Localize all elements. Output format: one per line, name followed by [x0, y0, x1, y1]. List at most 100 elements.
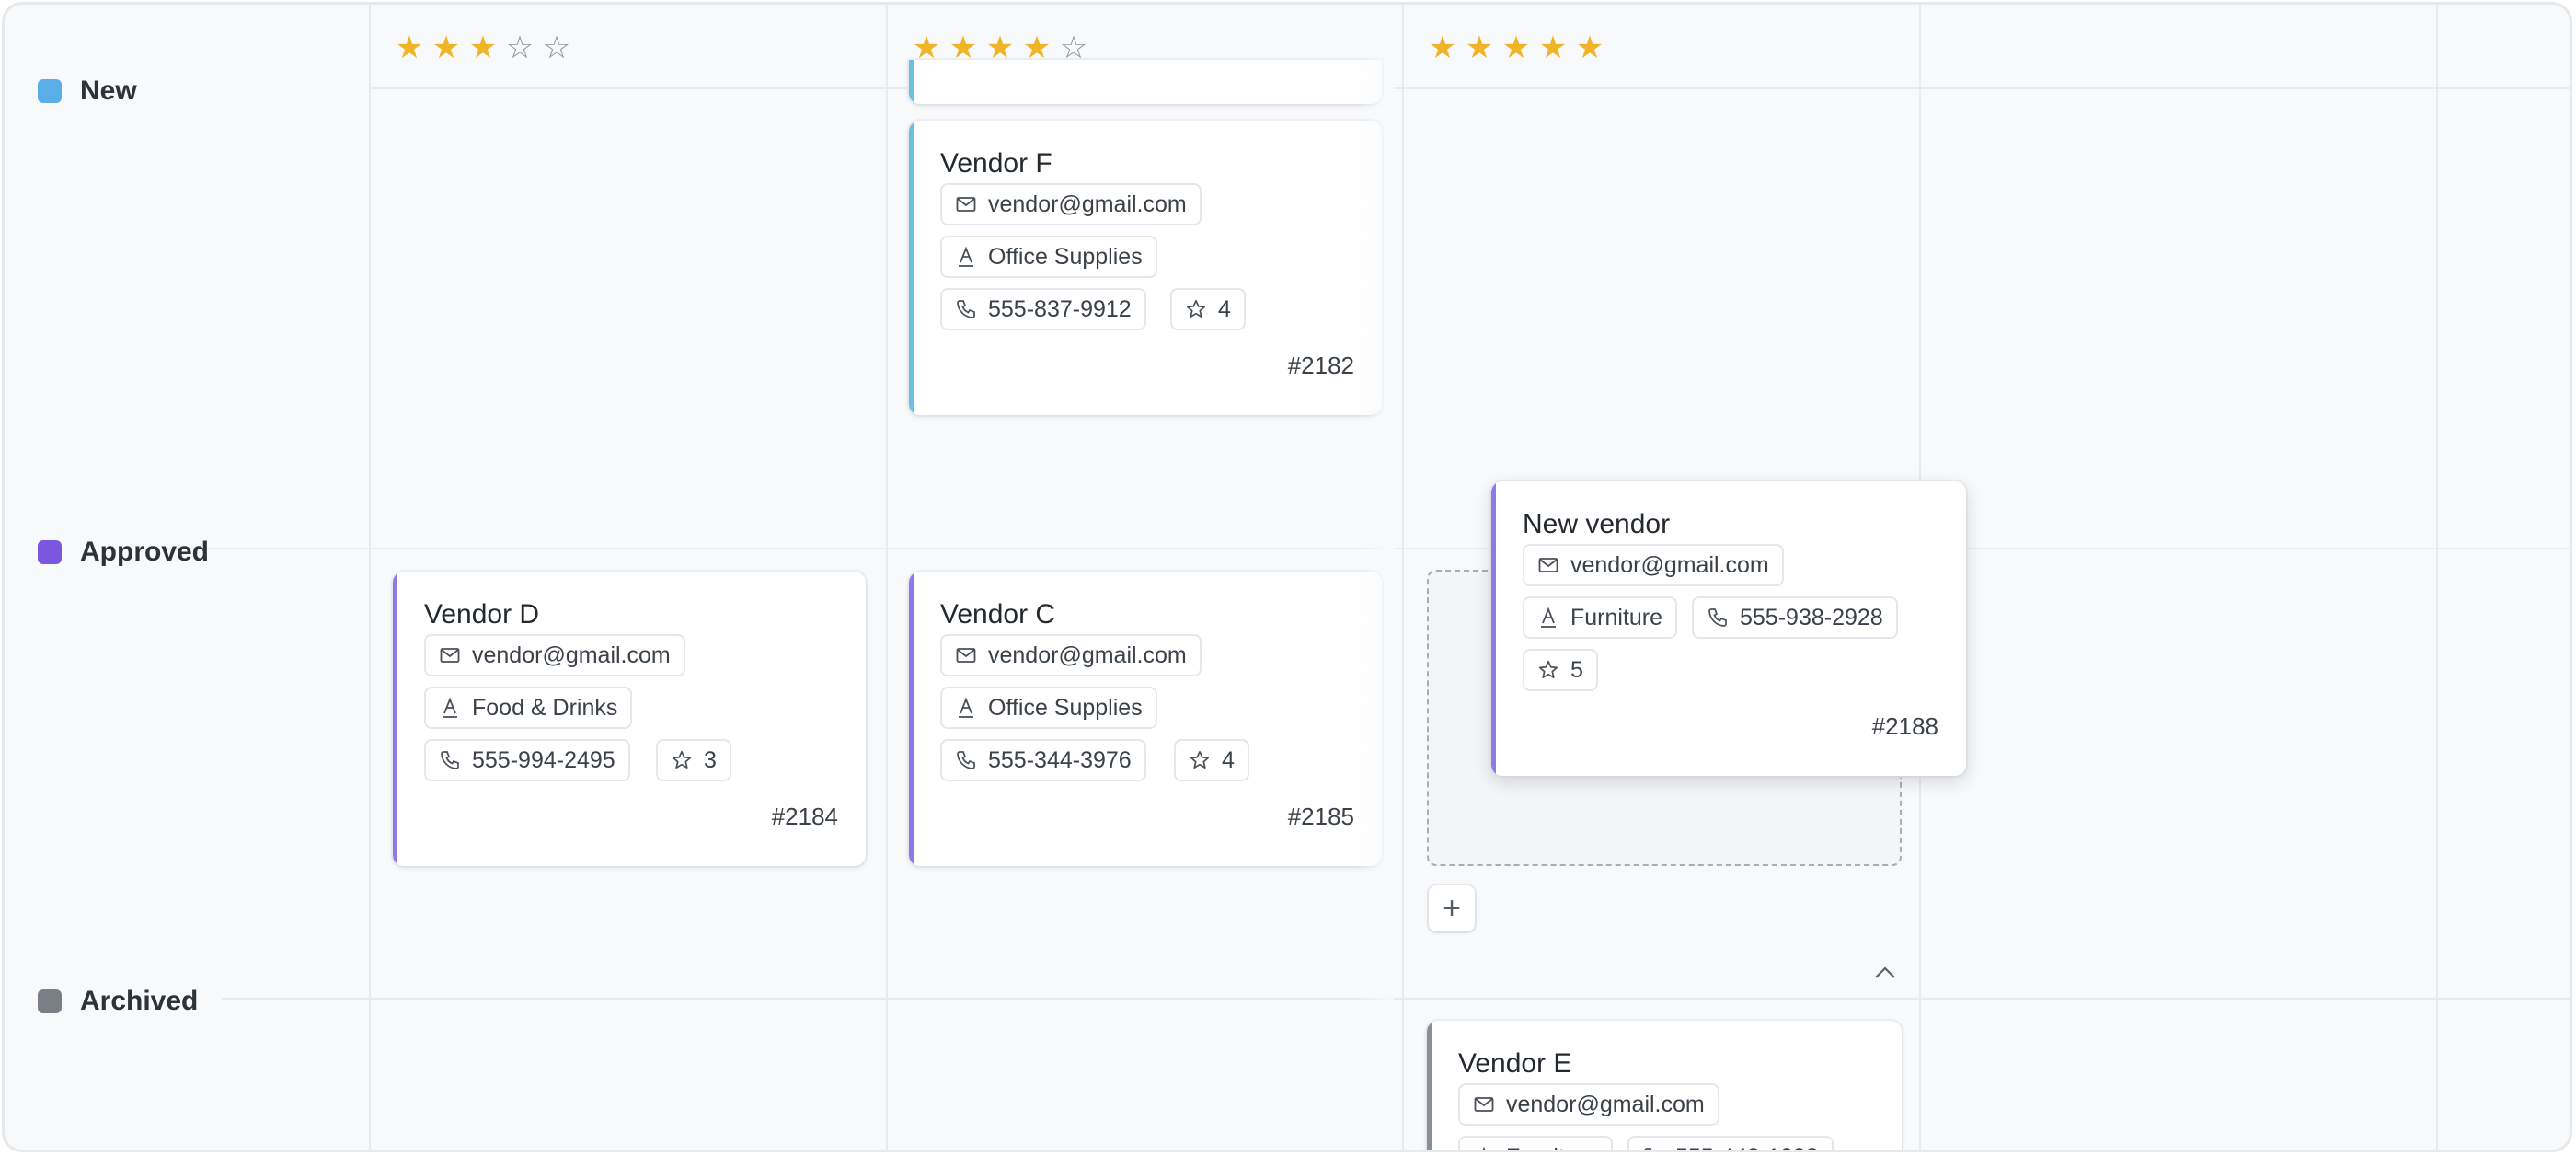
email-text: vendor@gmail.com — [1570, 551, 1769, 578]
category-chip: Office Supplies — [940, 236, 1157, 278]
star-outline-icon: ☆ — [505, 30, 535, 65]
rating-chip: 4 — [1170, 288, 1246, 330]
mail-icon — [1537, 554, 1559, 576]
phone-icon — [1707, 607, 1729, 629]
card-title: New vendor — [1523, 509, 1671, 539]
email-chip: vendor@gmail.com — [1523, 544, 1784, 586]
group-header-approved[interactable]: Approved — [38, 537, 209, 568]
phone-text: 555-994-2495 — [472, 746, 615, 773]
dragging-vendor-card[interactable]: New vendor vendor@gmail.com Furniture 55… — [1491, 481, 1966, 776]
card-id: #2184 — [771, 803, 838, 830]
category-chip: Office Supplies — [940, 687, 1157, 729]
rating-text: 3 — [704, 746, 717, 773]
column-divider — [886, 5, 888, 1150]
email-text: vendor@gmail.com — [472, 642, 671, 668]
text-a-icon — [439, 697, 461, 719]
star-outline-icon — [1189, 749, 1211, 771]
rating-chip: 4 — [1174, 739, 1249, 781]
card-title: Vendor E — [1458, 1048, 1572, 1079]
phone-chip: 555-994-2495 — [424, 739, 630, 781]
star-filled-icon: ★ — [395, 30, 424, 65]
group-label: Approved — [80, 537, 210, 567]
category-text: Food & Drinks — [472, 694, 618, 721]
mail-icon — [1473, 1093, 1495, 1116]
card-accent — [1491, 481, 1496, 776]
card-title: Vendor C — [940, 599, 1056, 630]
star-filled-icon: ★ — [985, 30, 1015, 65]
star-filled-icon: ★ — [1465, 30, 1494, 65]
card-accent — [909, 121, 914, 415]
column-scroll-fade — [1357, 5, 1394, 1150]
rating-chip: 5 — [1523, 649, 1598, 691]
text-a-icon — [1537, 607, 1559, 629]
phone-text: 555-344-3976 — [988, 746, 1132, 773]
email-text: vendor@gmail.com — [988, 642, 1187, 668]
phone-icon — [955, 749, 977, 771]
rating-chip: 3 — [656, 739, 731, 781]
mail-icon — [955, 644, 977, 666]
star-filled-icon: ★ — [468, 30, 498, 65]
email-text: vendor@gmail.com — [988, 191, 1187, 217]
chevron-up-icon[interactable] — [1870, 960, 1900, 986]
category-text: Office Supplies — [988, 694, 1143, 721]
category-chip: Furniture — [1523, 596, 1678, 639]
kanban-board: ★ ★ ★ ☆ ☆ ★ ★ ★ ★ ☆ ★ ★ ★ ★ ★ New Approv… — [2, 2, 2572, 1152]
category-chip: Furniture — [1458, 1136, 1614, 1150]
column-header-rating-3[interactable]: ★ ★ ★ ☆ ☆ — [395, 32, 571, 64]
email-text: vendor@gmail.com — [1506, 1091, 1705, 1117]
text-a-icon — [955, 697, 977, 719]
column-header-rating-4[interactable]: ★ ★ ★ ★ ☆ — [912, 32, 1088, 64]
star-outline-icon — [1185, 298, 1207, 320]
star-filled-icon: ★ — [1538, 30, 1568, 65]
group-divider — [222, 998, 2570, 1000]
group-label: Archived — [80, 986, 199, 1016]
phone-text: 555-837-9912 — [988, 295, 1132, 322]
phone-icon — [439, 749, 461, 771]
vendor-card[interactable]: Vendor F vendor@gmail.com Office Supplie… — [909, 121, 1382, 415]
column-header-rating-5[interactable]: ★ ★ ★ ★ ★ — [1428, 32, 1604, 64]
status-dot — [38, 989, 62, 1013]
email-chip: vendor@gmail.com — [940, 634, 1202, 676]
star-filled-icon: ★ — [949, 30, 978, 65]
card-title: Vendor D — [424, 599, 540, 630]
star-filled-icon: ★ — [1022, 30, 1052, 65]
card-accent — [909, 572, 914, 866]
star-outline-icon: ☆ — [542, 30, 571, 65]
card-id: #2182 — [1287, 352, 1354, 379]
vendor-card[interactable]: Vendor D vendor@gmail.com Food & Drinks … — [393, 572, 866, 866]
email-chip: vendor@gmail.com — [424, 634, 685, 676]
star-filled-icon: ★ — [1575, 30, 1604, 65]
vendor-card[interactable]: Vendor C vendor@gmail.com Office Supplie… — [909, 572, 1382, 866]
card-id: #2185 — [1287, 803, 1354, 830]
text-a-icon — [955, 246, 977, 268]
phone-chip: 555-938-2928 — [1692, 596, 1898, 639]
phone-icon — [1642, 1146, 1664, 1150]
category-text: Furniture — [1570, 604, 1663, 630]
header-divider — [371, 87, 2570, 89]
rating-text: 5 — [1570, 656, 1583, 683]
group-header-archived[interactable]: Archived — [38, 986, 198, 1017]
status-dot — [38, 540, 62, 564]
card-partial[interactable] — [909, 60, 1382, 104]
card-accent — [393, 572, 397, 866]
vendor-card[interactable]: Vendor E vendor@gmail.com Furniture 555-… — [1427, 1021, 1902, 1150]
text-a-icon — [1473, 1146, 1495, 1150]
star-filled-icon: ★ — [1428, 30, 1457, 65]
phone-text: 555-938-2928 — [1740, 604, 1883, 630]
card-accent — [1427, 1021, 1432, 1150]
card-title: Vendor F — [940, 148, 1052, 179]
column-divider — [1402, 5, 1404, 1150]
card-accent — [909, 60, 914, 104]
group-label: New — [80, 75, 137, 106]
star-filled-icon: ★ — [912, 30, 941, 65]
add-card-button[interactable]: + — [1429, 885, 1475, 931]
category-chip: Food & Drinks — [424, 687, 633, 729]
card-id: #2188 — [1871, 712, 1938, 740]
rating-text: 4 — [1222, 746, 1235, 773]
phone-icon — [955, 298, 977, 320]
mail-icon — [439, 644, 461, 666]
group-header-new[interactable]: New — [38, 75, 137, 107]
email-chip: vendor@gmail.com — [1458, 1083, 1719, 1126]
email-chip: vendor@gmail.com — [940, 183, 1202, 225]
star-outline-icon — [1537, 659, 1559, 681]
